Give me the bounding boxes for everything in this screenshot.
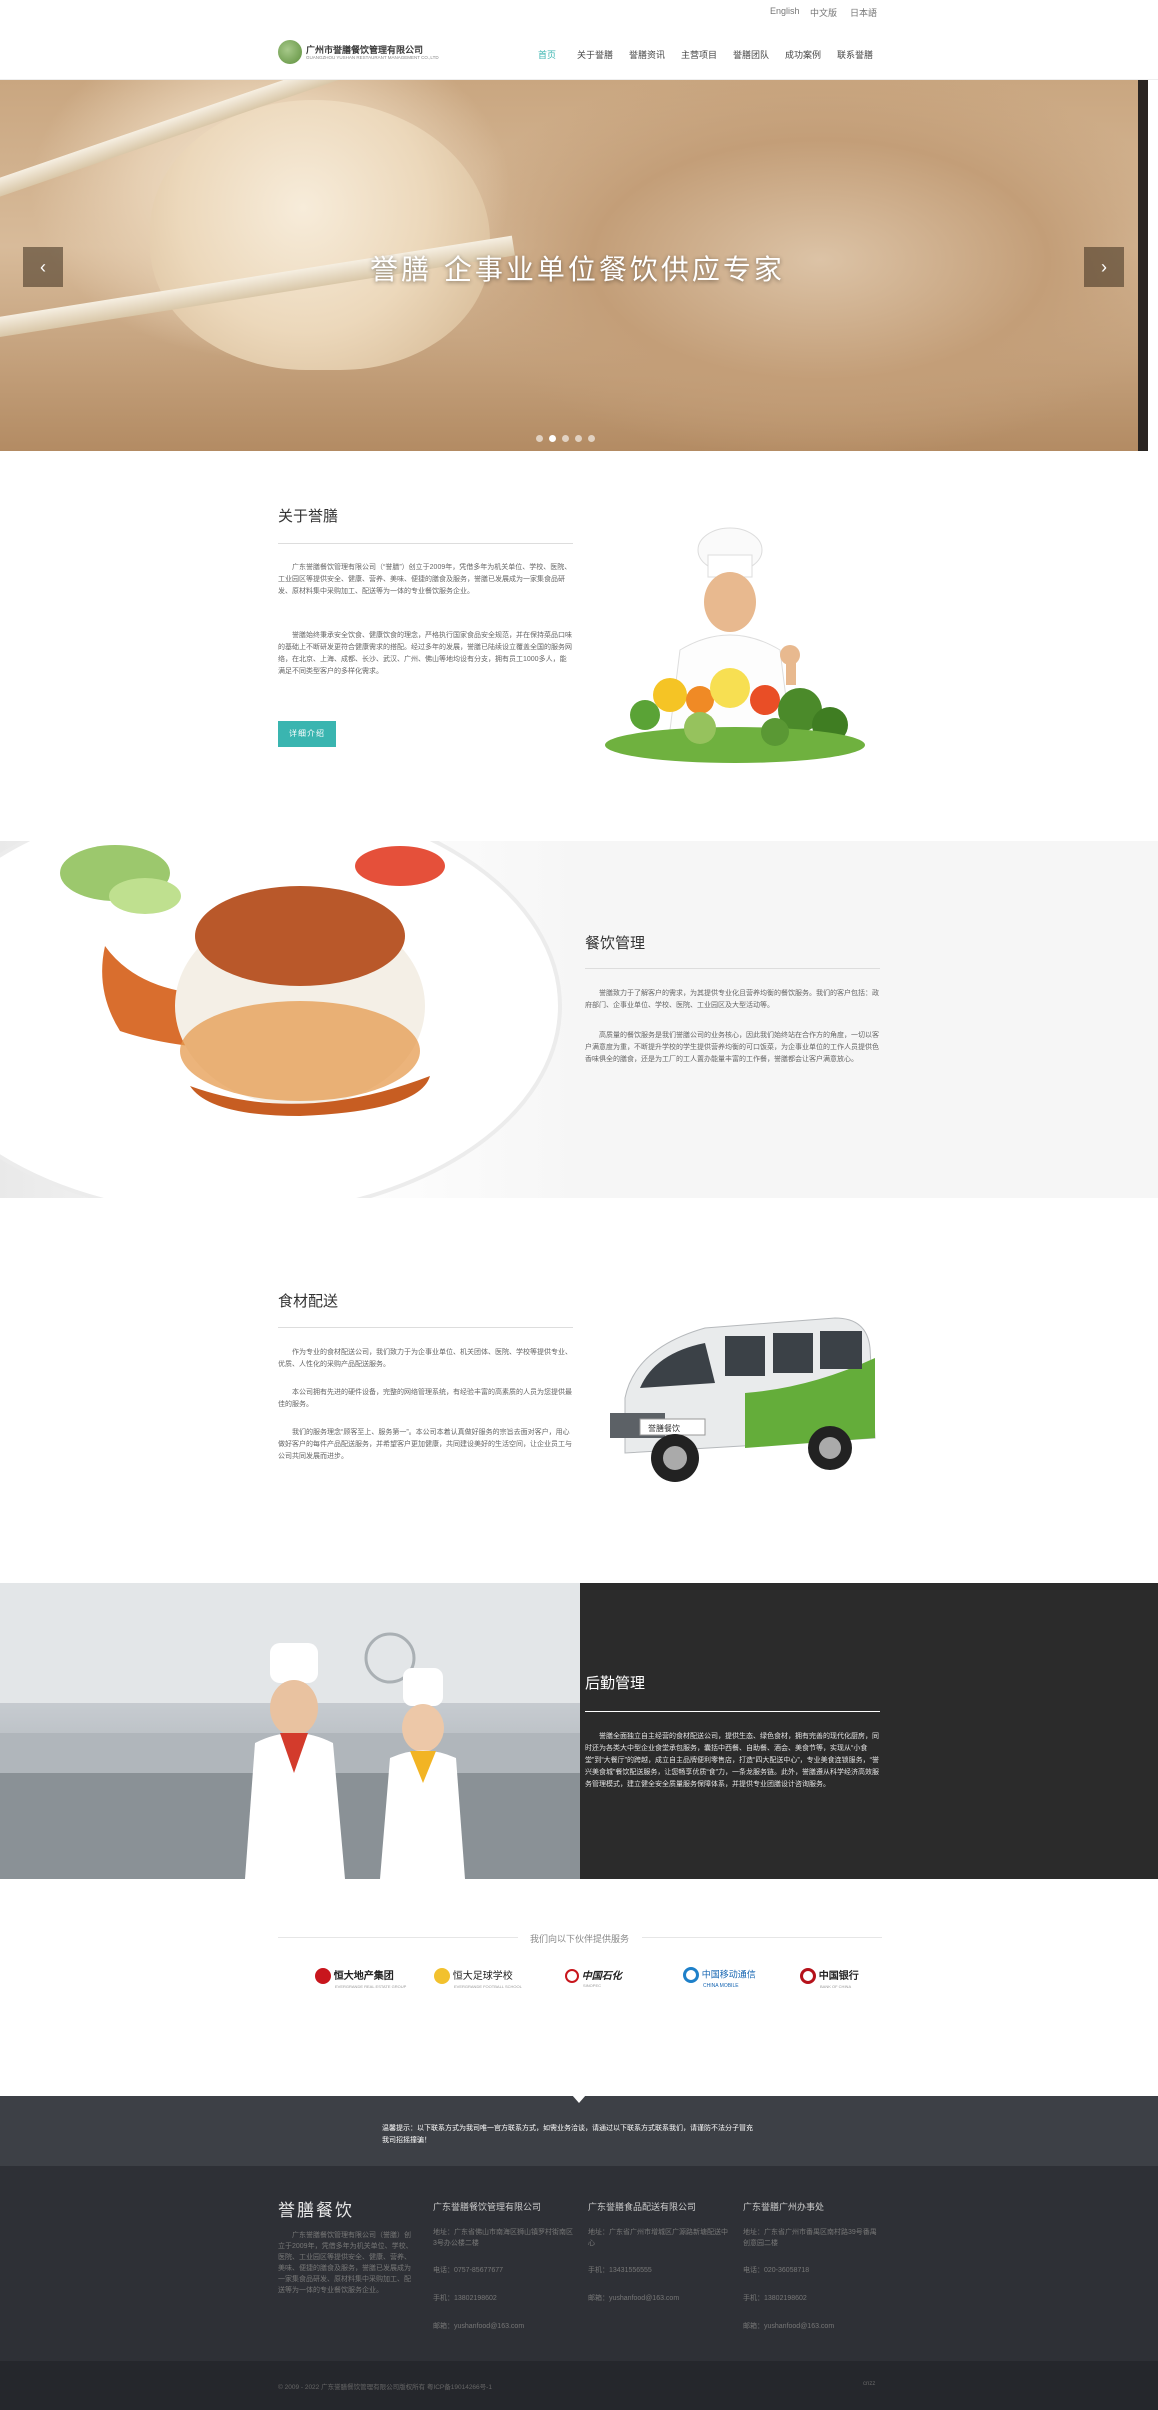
partner-bank-of-china-logo[interactable]: 中国银行 BANK OF CHINA bbox=[800, 1967, 859, 1989]
delivery-paragraph: 我们的服务理念“顾客至上、服务第一”。本公司本着认真做好服务的宗旨去面对客户，用… bbox=[278, 1429, 572, 1460]
next-slide-button[interactable]: › bbox=[1084, 247, 1124, 287]
footer-brand-text: 广东誉膳餐饮管理有限公司（誉膳）创立于2009年，凭借多年为机关单位、学校、医院… bbox=[278, 2232, 413, 2294]
divider bbox=[585, 968, 880, 969]
chevron-left-icon: ‹ bbox=[40, 257, 46, 277]
delivery-paragraph: 本公司拥有先进的硬件设备，完整的网络管理系统，有经验丰富的高素质的人员为您提供最… bbox=[278, 1389, 572, 1408]
football-shield-icon bbox=[434, 1968, 450, 1985]
copyright-text: © 2009 - 2022 广东誉膳餐饮管理有限公司版权所有 粤ICP备1901… bbox=[278, 2384, 492, 2391]
slide-dot[interactable] bbox=[575, 435, 582, 442]
partner-football-school-logo[interactable]: 恒大足球学校 EVERGRANDE FOOTBALL SCHOOL bbox=[434, 1967, 522, 1989]
evergrande-icon bbox=[315, 1968, 331, 1985]
nav-about[interactable]: 关于誉膳 bbox=[577, 48, 613, 61]
dish-image bbox=[0, 841, 580, 1198]
van-label: 誉膳餐饮 bbox=[648, 1423, 680, 1433]
sinopec-icon bbox=[565, 1969, 579, 1984]
logistics-title: 后勤管理 bbox=[585, 1675, 646, 1692]
chevron-right-icon: › bbox=[1101, 257, 1107, 277]
divider bbox=[278, 543, 573, 544]
lang-japanese[interactable]: 日本語 bbox=[850, 6, 877, 19]
catering-paragraph: 誉膳致力于了解客户的需求，为其提供专业化且营养均衡的餐饮服务。我们的客户包括：政… bbox=[585, 990, 879, 1009]
divider bbox=[278, 1937, 518, 1938]
partner-sinopec-logo[interactable]: 中国石化 SINOPEC bbox=[565, 1967, 622, 1989]
slide-dot[interactable] bbox=[562, 435, 569, 442]
logo-en: GUANGZHOU YUSHAN RESTAURANT MANAGEMENT C… bbox=[306, 55, 439, 60]
partners-heading: 我们向以下伙伴提供服务 bbox=[530, 1934, 630, 1944]
footer-col-delivery: 广东誉膳食品配送有限公司 地址：广东省广州市增城区广源路新塘配送中心 手机：13… bbox=[588, 2202, 728, 2302]
logo-emblem-icon bbox=[278, 40, 302, 64]
hero-banner: 誉膳 企事业单位餐饮供应专家 ‹ › bbox=[0, 80, 1148, 451]
lang-chinese[interactable]: 中文版 bbox=[810, 6, 837, 19]
header: 广州市誉膳餐饮管理有限公司 GUANGZHOU YUSHAN RESTAURAN… bbox=[0, 24, 1158, 80]
about-paragraph: 誉膳始终秉承安全饮食、健康饮食的理念，严格执行国家食品安全规范，并在保持菜品口味… bbox=[278, 632, 572, 675]
slide-dot[interactable] bbox=[588, 435, 595, 442]
copyright-bar: © 2009 - 2022 广东誉膳餐饮管理有限公司版权所有 粤ICP备1901… bbox=[0, 2361, 1158, 2410]
bank-of-china-icon bbox=[800, 1968, 816, 1985]
prev-slide-button[interactable]: ‹ bbox=[23, 247, 63, 287]
hero-title: 誉膳 企事业单位餐饮供应专家 bbox=[370, 253, 785, 286]
catering-title: 餐饮管理 bbox=[585, 935, 646, 952]
slide-dot[interactable] bbox=[536, 435, 543, 442]
about-detail-button[interactable]: 详细介绍 bbox=[278, 721, 336, 747]
nav-contact[interactable]: 联系誉膳 bbox=[837, 48, 873, 61]
nav-home[interactable]: 首页 bbox=[538, 48, 556, 61]
logistics-paragraph: 誉膳全面独立自主经营的食材配送公司，提供生态、绿色食材，拥有完善的现代化厨房，同… bbox=[585, 1733, 879, 1788]
hero-edge bbox=[1138, 80, 1148, 451]
nav-news[interactable]: 誉膳资讯 bbox=[629, 48, 665, 61]
footer-col-office: 广东誉膳广州办事处 地址：广东省广州市番禺区南村路39号番禺创意园二楼 电话：0… bbox=[743, 2202, 877, 2330]
nav-projects[interactable]: 主营项目 bbox=[681, 48, 717, 61]
slide-dot[interactable] bbox=[549, 435, 556, 442]
delivery-title: 食材配送 bbox=[278, 1293, 339, 1310]
logistics-section bbox=[0, 1583, 1158, 1879]
delivery-van-image: 誉膳餐饮 bbox=[610, 1317, 876, 1482]
divider bbox=[585, 1711, 880, 1712]
footer-col-management: 广东誉膳餐饮管理有限公司 地址：广东省佛山市南海区狮山镇罗村街南区3号办公楼二楼… bbox=[433, 2202, 573, 2330]
divider bbox=[278, 1327, 573, 1328]
notice-bar: 温馨提示：以下联系方式为我司唯一官方联系方式，如需业务洽谈，请通过以下联系方式联… bbox=[0, 2095, 1158, 2166]
catering-paragraph: 高质量的餐饮服务是我们誉膳公司的业务核心，因此我们始终站在合作方的角度，一切以客… bbox=[585, 1032, 879, 1063]
delivery-paragraph: 作为专业的食材配送公司，我们致力于为企事业单位、机关团体、医院、学校等提供专业、… bbox=[278, 1349, 572, 1368]
notice-text: 温馨提示：以下联系方式为我司唯一官方联系方式，如需业务洽谈，请通过以下联系方式联… bbox=[382, 2125, 753, 2144]
about-title: 关于誉膳 bbox=[278, 508, 339, 525]
lang-english[interactable]: English bbox=[770, 6, 800, 16]
partner-evergrande-logo[interactable]: 恒大地产集团 EVERGRANDE REAL ESTATE GROUP bbox=[315, 1967, 406, 1989]
nav-cases[interactable]: 成功案例 bbox=[785, 48, 821, 61]
notice-arrow-icon bbox=[572, 2095, 586, 2103]
language-bar: English 中文版 日本語 bbox=[0, 0, 1158, 24]
china-mobile-icon bbox=[683, 1967, 699, 1983]
nav-team[interactable]: 誉膳团队 bbox=[733, 48, 769, 61]
stats-icon[interactable]: cnzz bbox=[863, 2381, 875, 2387]
footer-brand: 誉膳餐饮 bbox=[278, 2201, 354, 2221]
kitchen-staff-image bbox=[0, 1583, 580, 1879]
about-paragraph: 广东誉膳餐饮管理有限公司（“誉膳”）创立于2009年，凭借多年为机关单位、学校、… bbox=[278, 564, 572, 595]
divider bbox=[642, 1937, 882, 1938]
logo[interactable]: 广州市誉膳餐饮管理有限公司 GUANGZHOU YUSHAN RESTAURAN… bbox=[278, 40, 439, 64]
chef-image bbox=[605, 527, 865, 763]
footer: 誉膳餐饮 广东誉膳餐饮管理有限公司（誉膳）创立于2009年，凭借多年为机关单位、… bbox=[0, 2166, 1158, 2361]
dumpling-image bbox=[150, 100, 490, 370]
catering-section bbox=[0, 841, 1158, 1198]
partner-china-mobile-logo[interactable]: 中国移动通信 CHINA MOBILE bbox=[683, 1967, 756, 1989]
